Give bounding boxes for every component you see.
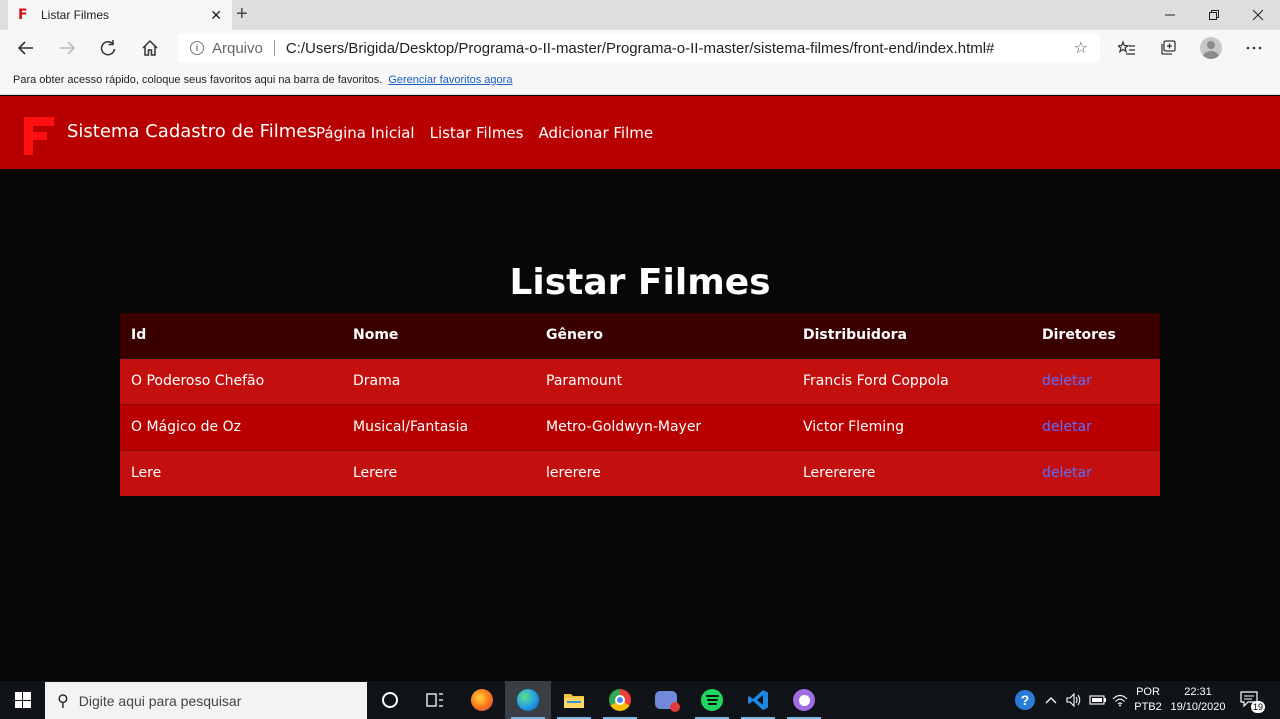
column-header-genre: Gênero: [535, 313, 792, 359]
favorites-icon[interactable]: [1114, 37, 1140, 59]
delete-link[interactable]: deletar: [1042, 373, 1092, 389]
star-icon[interactable]: ☆: [1074, 38, 1088, 58]
refresh-icon[interactable]: [93, 36, 123, 60]
table-cell: Francis Ford Coppola: [792, 357, 1031, 404]
volume-icon[interactable]: [1066, 681, 1082, 719]
delete-link[interactable]: deletar: [1042, 419, 1092, 435]
manage-favorites-link[interactable]: Gerenciar favoritos agora: [388, 74, 512, 86]
table-cell: Lere: [120, 449, 342, 496]
address-toolbar: i Arquivo C:/Users/Brigida/Desktop/Progr…: [0, 30, 1280, 66]
language-indicator[interactable]: POR PTB2: [1134, 681, 1162, 719]
table-cell: Musical/Fantasia: [342, 403, 535, 450]
task-view-icon[interactable]: [412, 681, 458, 719]
table-cell: O Poderoso Chefão: [120, 357, 342, 404]
table-cell: Lerererere: [792, 449, 1031, 496]
file-explorer-icon[interactable]: [551, 681, 597, 719]
table-cell: Drama: [342, 357, 535, 404]
info-icon[interactable]: i: [190, 41, 204, 55]
table-cell: deletar: [1031, 449, 1160, 496]
brand-title[interactable]: Sistema Cadastro de Filmes: [67, 121, 317, 142]
minimize-icon[interactable]: [1148, 0, 1192, 30]
favorites-bar: Para obter acesso rápido, coloque seus f…: [0, 66, 1280, 95]
page-title: Listar Filmes: [509, 262, 771, 303]
more-icon[interactable]: [1241, 37, 1267, 59]
firefox-icon[interactable]: [459, 681, 505, 719]
clock-time: 22:31: [1184, 686, 1212, 698]
back-icon[interactable]: [11, 36, 41, 60]
table-cell: lererere: [535, 449, 792, 496]
app-icon[interactable]: [781, 681, 827, 719]
column-header-directors: Diretores: [1031, 313, 1160, 359]
table-cell: Paramount: [535, 357, 792, 404]
clock[interactable]: 22:31 19/10/2020: [1168, 681, 1228, 719]
main-nav: Página Inicial Listar Filmes Adicionar F…: [316, 124, 668, 142]
tab-strip: F Listar Filmes ✕ +: [0, 0, 1280, 30]
new-tab-button[interactable]: +: [236, 4, 248, 24]
tab-title: Listar Filmes: [41, 8, 110, 22]
table-cell: deletar: [1031, 357, 1160, 404]
close-icon[interactable]: [1236, 0, 1280, 30]
table-cell: Metro-Goldwyn-Mayer: [535, 403, 792, 450]
table-cell: Lerere: [342, 449, 535, 496]
notifications-icon[interactable]: 19: [1240, 681, 1265, 719]
column-header-distributor: Distribuidora: [792, 313, 1031, 359]
nav-add-movie[interactable]: Adicionar Filme: [538, 124, 653, 142]
delete-link[interactable]: deletar: [1042, 465, 1092, 481]
divider: [273, 40, 275, 56]
collections-icon[interactable]: [1155, 37, 1181, 59]
discord-icon[interactable]: [643, 681, 689, 719]
table-row: O Poderoso Chefão Drama Paramount Franci…: [120, 357, 1160, 404]
table-row: Lere Lerere lererere Lerererere deletar: [120, 449, 1160, 496]
search-placeholder: Digite aqui para pesquisar: [78, 692, 242, 709]
table-cell: deletar: [1031, 403, 1160, 450]
favorites-message: Para obter acesso rápido, coloque seus f…: [13, 74, 383, 86]
chrome-icon[interactable]: [597, 681, 643, 719]
table-header-row: Id Nome Gênero Distribuidora Diretores: [120, 313, 1160, 359]
column-header-id: Id: [120, 313, 342, 359]
nav-home[interactable]: Página Inicial: [316, 124, 415, 142]
cortana-icon[interactable]: [367, 681, 413, 719]
address-bar[interactable]: i Arquivo C:/Users/Brigida/Desktop/Progr…: [178, 34, 1100, 62]
origin-label: Arquivo: [212, 39, 263, 57]
wifi-icon[interactable]: [1112, 681, 1128, 719]
spotify-icon[interactable]: [689, 681, 735, 719]
notification-count: 19: [1250, 701, 1265, 713]
home-icon[interactable]: [135, 36, 165, 60]
edge-icon[interactable]: [505, 681, 551, 719]
maximize-icon[interactable]: [1192, 0, 1236, 30]
clock-date: 19/10/2020: [1170, 701, 1226, 713]
vscode-icon[interactable]: [735, 681, 781, 719]
battery-icon[interactable]: [1089, 681, 1107, 719]
browser-tab[interactable]: F Listar Filmes ✕: [8, 0, 232, 30]
language-label: POR: [1136, 686, 1160, 698]
taskbar-search[interactable]: ⚲ Digite aqui para pesquisar: [45, 682, 367, 719]
search-icon: ⚲: [57, 692, 69, 710]
url-text[interactable]: C:/Users/Brigida/Desktop/Programa-o-II-m…: [286, 40, 1074, 57]
start-button[interactable]: [0, 681, 45, 719]
tab-favicon: F: [18, 7, 28, 23]
chevron-up-icon[interactable]: [1045, 681, 1057, 719]
forward-icon[interactable]: [52, 36, 82, 60]
logo[interactable]: [24, 117, 54, 155]
table-cell: Victor Fleming: [792, 403, 1031, 450]
close-tab-icon[interactable]: ✕: [210, 7, 222, 24]
keyboard-layout-label: PTB2: [1134, 701, 1162, 713]
help-icon[interactable]: ?: [1015, 681, 1035, 719]
column-header-name: Nome: [342, 313, 535, 359]
profile-icon[interactable]: [1200, 37, 1222, 59]
table-row: O Mágico de Oz Musical/Fantasia Metro-Go…: [120, 403, 1160, 450]
windows-icon: [14, 692, 31, 708]
nav-list-movies[interactable]: Listar Filmes: [430, 124, 524, 142]
table-cell: O Mágico de Oz: [120, 403, 342, 450]
movies-table: Id Nome Gênero Distribuidora Diretores O…: [120, 313, 1160, 496]
